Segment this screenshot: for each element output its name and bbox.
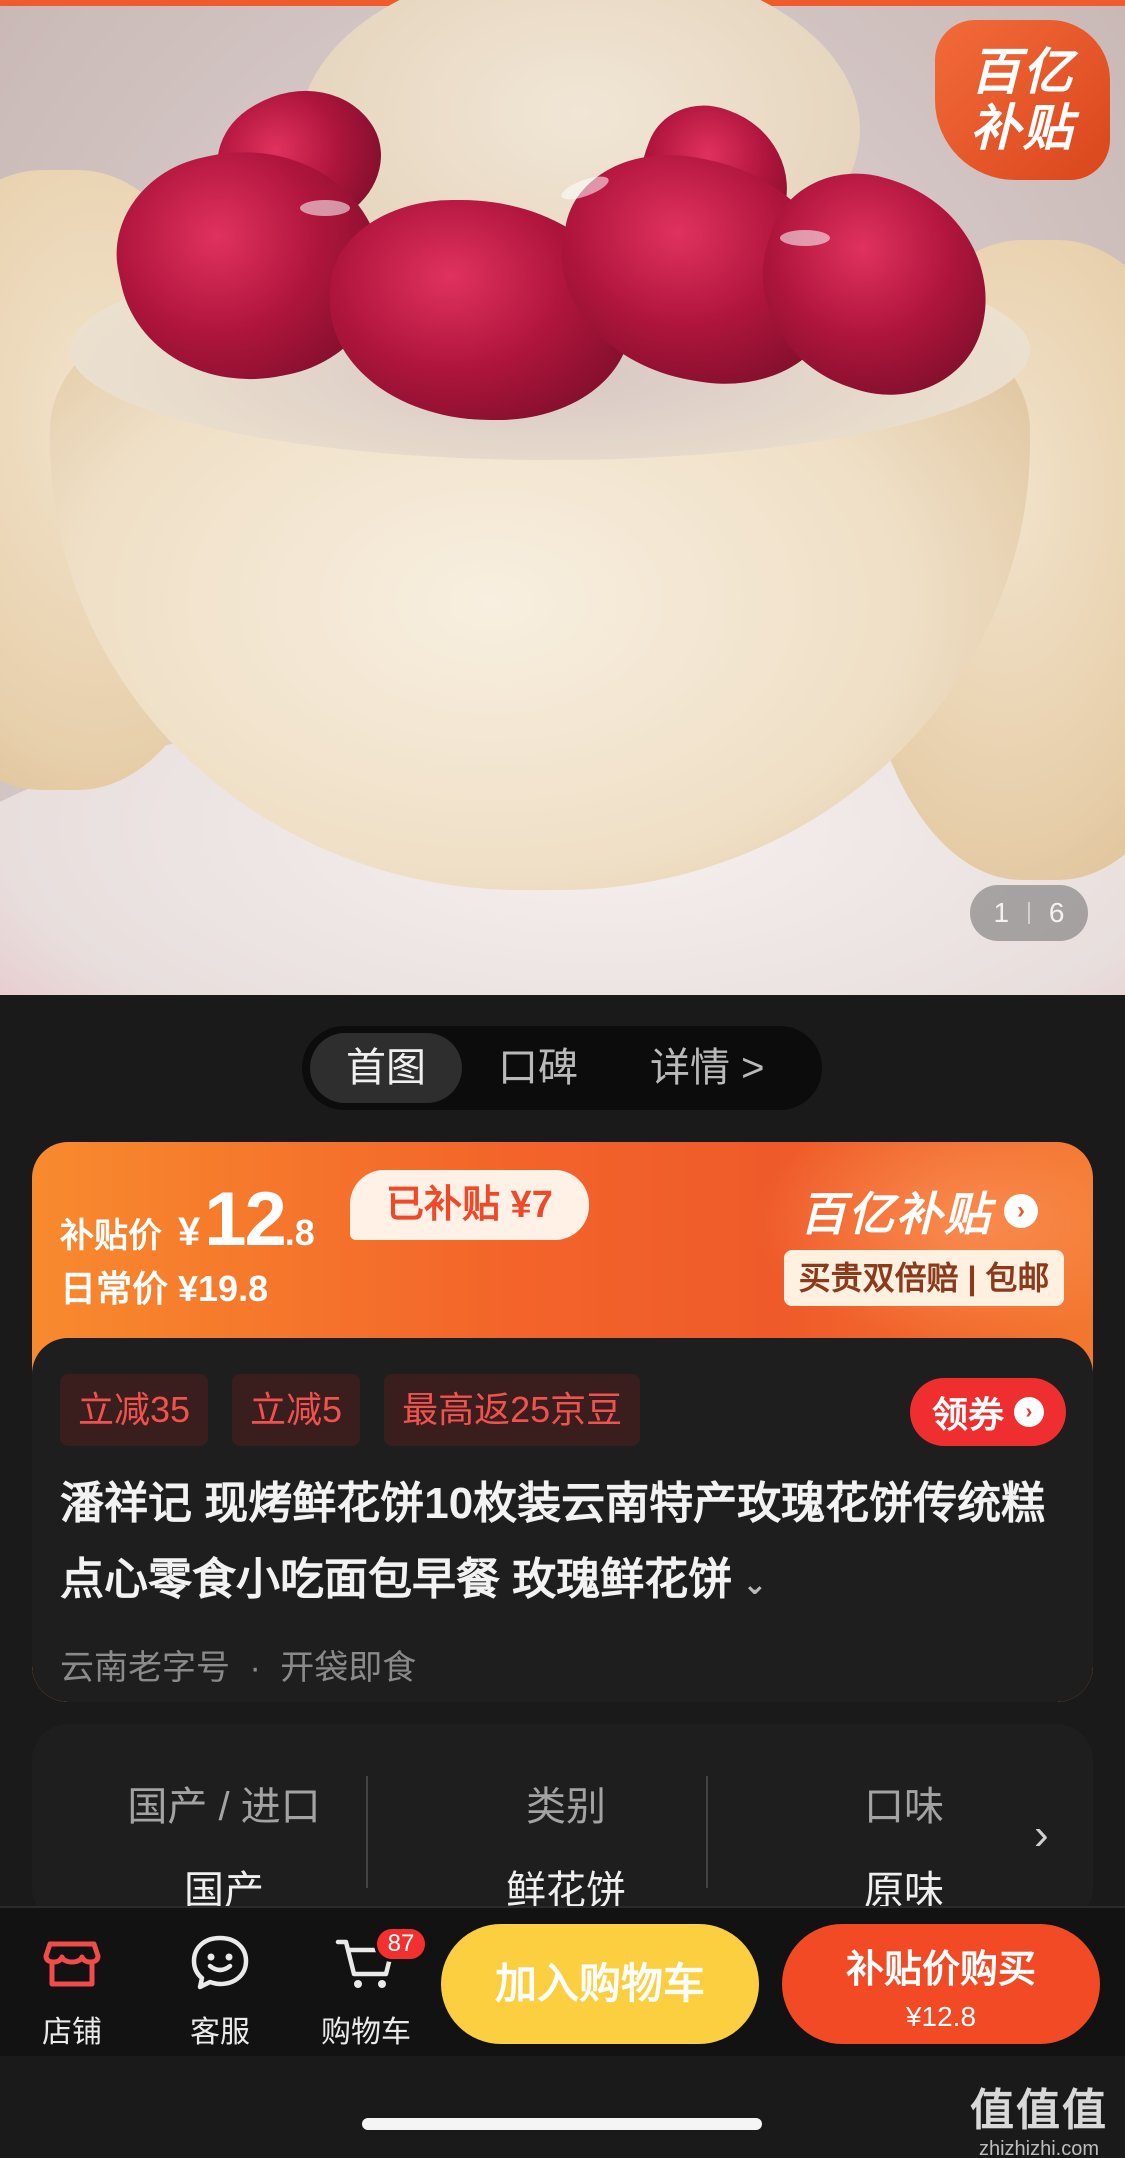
promo-chip[interactable]: 立减5	[232, 1374, 361, 1446]
product-tags: 云南老字号 · 开袋即食	[60, 1640, 416, 1689]
tab-reviews[interactable]: 口碑	[462, 1033, 614, 1103]
subsidy-badge-line2: 补贴	[970, 100, 1075, 156]
promo-chips: 立减35 立减5 最高返25京豆	[60, 1374, 641, 1446]
price-card: 补贴价 ¥ 12 .8 已补贴 ¥7 日常价 ¥19.8 百亿补贴 › 买贵双倍…	[32, 1142, 1093, 1702]
product-title-text: 潘祥记 现烤鲜花饼10枚装云南特产玫瑰花饼传统糕点心零食小吃面包早餐 玫瑰鲜花饼	[60, 1479, 1046, 1604]
price-decimal: .8	[284, 1212, 315, 1253]
attribute-origin: 国产 / 进口 国产	[74, 1774, 374, 1916]
attribute-category: 类别 鲜花饼	[416, 1774, 716, 1916]
home-indicator[interactable]	[362, 2118, 762, 2130]
guarantee-badge: 买贵双倍赔 | 包邮	[784, 1250, 1064, 1306]
product-tag: 云南老字号	[60, 1649, 230, 1687]
subsidy-brand-link[interactable]: 百亿补贴 ›	[800, 1178, 1038, 1244]
chevron-right-icon: ›	[1004, 1194, 1038, 1228]
daily-price: 日常价 ¥19.8	[60, 1268, 269, 1309]
promo-chip[interactable]: 立减35	[60, 1374, 209, 1446]
subsidized-amount-tag: 已补贴 ¥7	[350, 1170, 589, 1240]
store-button[interactable]: 店铺	[12, 1930, 132, 2051]
customer-service-button[interactable]: 客服	[160, 1930, 280, 2051]
watermark-logo: 值值值	[970, 2086, 1108, 2135]
coupon-label: 领券	[931, 1394, 1004, 1435]
attribute-key: 类别	[526, 1785, 606, 1829]
chevron-down-icon[interactable]: ⌄	[742, 1568, 767, 1601]
pager-total: 6	[1048, 897, 1065, 928]
attribute-divider	[706, 1776, 708, 1888]
product-info-panel: 立减35 立减5 最高返25京豆 领券 › 潘祥记 现烤鲜花饼10枚装云南特产玫…	[32, 1338, 1093, 1702]
cart-count-badge: 87	[374, 1926, 428, 1962]
get-coupon-button[interactable]: 领券 ›	[910, 1378, 1066, 1446]
product-attributes[interactable]: 国产 / 进口 国产 类别 鲜花饼 口味 原味 ›	[32, 1724, 1093, 1924]
subsidy-brand-text: 百亿补贴	[800, 1188, 992, 1240]
chevron-right-icon: ›	[1014, 1397, 1044, 1427]
add-to-cart-button[interactable]: 加入购物车	[441, 1924, 759, 2044]
buy-now-price: ¥12.8	[905, 2001, 977, 2032]
pager-current: 1	[993, 897, 1010, 928]
buy-now-label: 补贴价购买	[845, 1949, 1036, 1991]
product-tag: 开袋即食	[280, 1649, 417, 1687]
jam-gloss	[300, 200, 350, 216]
subsidy-badge: 百亿 补贴	[935, 20, 1110, 180]
product-title[interactable]: 潘祥记 现烤鲜花饼10枚装云南特产玫瑰花饼传统糕点心零食小吃面包早餐 玫瑰鲜花饼…	[60, 1466, 1060, 1623]
subsidy-price-label: 补贴价	[60, 1217, 162, 1255]
image-section-tabs: 首图 口碑 详情 >	[302, 1026, 822, 1110]
attribute-key: 国产 / 进口	[127, 1785, 321, 1829]
subsidy-price: ¥ 12 .8	[178, 1176, 315, 1263]
attribute-flavor: 口味 原味	[754, 1774, 1054, 1916]
tag-separator: ·	[249, 1649, 261, 1687]
promo-chip[interactable]: 最高返25京豆	[384, 1374, 641, 1446]
product-image[interactable]: 百亿 补贴 1 6	[0, 0, 1125, 995]
jam-gloss	[780, 230, 830, 246]
price-integer: 12	[204, 1177, 287, 1262]
bottom-action-bar: 店铺 客服 87 购物车 加入购物车 补贴价购买 ¥12.8	[0, 1906, 1125, 2056]
subsidy-badge-line1: 百亿	[970, 44, 1075, 100]
pager-separator	[1027, 902, 1030, 924]
tab-main-image[interactable]: 首图	[310, 1033, 462, 1103]
cart-label: 购物车	[321, 2016, 411, 2049]
attribute-key: 口味	[864, 1785, 944, 1829]
attribute-divider	[366, 1776, 368, 1888]
currency-symbol: ¥	[178, 1210, 201, 1254]
cart-button[interactable]: 87 购物车	[306, 1926, 428, 2051]
chat-smile-icon	[191, 1935, 249, 1990]
site-watermark: 值值值 zhizhizhi.com	[970, 2074, 1108, 2158]
tab-details[interactable]: 详情 >	[614, 1033, 800, 1103]
watermark-url: zhizhizhi.com	[978, 2138, 1100, 2158]
buy-now-button[interactable]: 补贴价购买 ¥12.8	[782, 1924, 1100, 2044]
customer-service-label: 客服	[190, 2016, 250, 2049]
chevron-right-icon[interactable]: ›	[1034, 1810, 1049, 1860]
store-icon	[43, 1941, 101, 1987]
store-label: 店铺	[42, 2016, 102, 2049]
image-pager: 1 6	[970, 885, 1088, 941]
